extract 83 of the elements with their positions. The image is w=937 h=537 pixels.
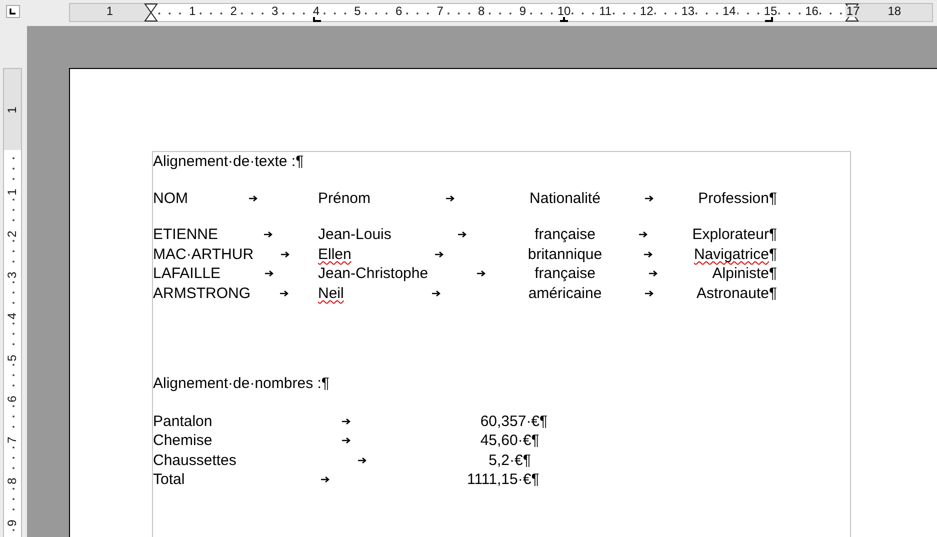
- ruler-number: 2: [5, 229, 19, 238]
- ruler-number: 1: [5, 188, 19, 197]
- ruler-number: 5: [353, 6, 362, 17]
- tab-text: LAFAILLE: [153, 264, 221, 284]
- tab-mark-icon: [342, 437, 351, 444]
- tab-stop-icon[interactable]: [312, 17, 322, 22]
- ruler-number: 12: [638, 6, 654, 17]
- tab-mark-icon: [476, 270, 486, 278]
- ruler-number: 17: [845, 6, 861, 17]
- tab-mark-icon: [281, 250, 290, 258]
- tab-text: britannique: [528, 244, 602, 264]
- tab-mark-icon: [432, 290, 441, 297]
- ruler-number: 10: [556, 6, 572, 17]
- tab-text: française: [534, 225, 596, 244]
- section-heading: Alignement·de·texte :¶: [153, 152, 304, 172]
- ruler-number: 9: [518, 6, 528, 17]
- ruler-number: 7: [5, 436, 19, 444]
- tab-text: 1111,15·€¶: [466, 470, 540, 490]
- tab-text: 45,60·€¶: [480, 431, 540, 450]
- ruler-number: 8: [477, 6, 486, 17]
- ruler-number: 9: [5, 518, 19, 528]
- tab-text: Total: [153, 470, 185, 490]
- tab-mark-icon: [435, 250, 444, 258]
- tab-mark-icon: [264, 270, 274, 278]
- tab-mark-icon: [446, 194, 455, 202]
- tab-text: Ellen: [318, 244, 352, 264]
- tab-text: américaine: [528, 284, 602, 303]
- tab-text: Astronaute¶: [696, 284, 778, 303]
- ruler-number: 5: [5, 353, 19, 362]
- tab-text: Profession¶: [698, 188, 778, 208]
- ruler-number: 13: [680, 6, 696, 17]
- ruler-number: 16: [804, 6, 820, 17]
- tab-mark-icon: [644, 290, 654, 297]
- tab-text: Alpiniste¶: [712, 264, 778, 284]
- tab-mark-icon: [649, 270, 658, 278]
- tab-mark-icon: [280, 290, 289, 297]
- tab-text: 5,2·€¶: [488, 450, 531, 470]
- tab-text: Explorateur¶: [692, 225, 778, 244]
- tab-text: MAC·ARTHUR: [153, 244, 254, 264]
- tab-text: Navigatrice¶: [694, 244, 778, 264]
- tab-stop-icon[interactable]: [559, 17, 569, 22]
- ruler-number: 3: [5, 270, 19, 280]
- tab-mark-icon: [639, 231, 648, 238]
- ruler-number: 6: [5, 394, 19, 404]
- ruler-number: 14: [722, 6, 737, 17]
- ruler-number: 11: [598, 6, 613, 17]
- ruler-number: 18: [886, 6, 902, 17]
- ruler-number: 4: [312, 6, 321, 17]
- ruler-number: 1: [188, 6, 197, 17]
- tab-mark-icon: [644, 250, 653, 258]
- tab-mark-icon: [644, 194, 654, 202]
- ruler-number: 4: [5, 312, 19, 321]
- tab-text: Chaussettes: [153, 450, 236, 470]
- tab-text: Nationalité: [530, 188, 600, 208]
- tab-mark-icon: [264, 231, 272, 238]
- indent-marker-icon[interactable]: [845, 3, 859, 22]
- tab-text: 60,357·€¶: [480, 412, 548, 431]
- ruler-number: 1: [5, 105, 19, 114]
- tab-text: ETIENNE: [153, 225, 218, 244]
- ruler-number: 2: [229, 6, 238, 17]
- section-heading: Alignement·de·nombres :¶: [153, 374, 330, 394]
- tab-text: Jean-Christophe: [318, 264, 428, 284]
- tab-text: Jean-Louis: [318, 225, 392, 244]
- ruler-number: 7: [436, 6, 444, 17]
- tab-stop-icon[interactable]: [764, 17, 774, 22]
- ruler-number: 6: [394, 6, 404, 17]
- ruler-number: 15: [762, 6, 778, 17]
- tab-selector-icon[interactable]: [6, 5, 20, 18]
- tab-text: NOM: [153, 188, 188, 208]
- ruler-number: 3: [270, 6, 280, 17]
- tab-mark-icon: [248, 194, 258, 202]
- tab-mark-icon: [342, 418, 351, 425]
- tab-mark-icon: [358, 456, 368, 464]
- tab-text: Chemise: [153, 431, 212, 450]
- tab-text: Pantalon: [153, 412, 212, 431]
- ruler-number: 8: [5, 477, 19, 486]
- tab-mark-icon: [458, 231, 468, 238]
- tab-text: ARMSTRONG: [153, 284, 250, 303]
- tab-text: Neil: [318, 284, 344, 303]
- tab-text: Prénom: [318, 188, 371, 208]
- indent-marker-icon[interactable]: [144, 3, 158, 22]
- tab-text: française: [534, 264, 596, 284]
- tab-mark-icon: [321, 476, 330, 484]
